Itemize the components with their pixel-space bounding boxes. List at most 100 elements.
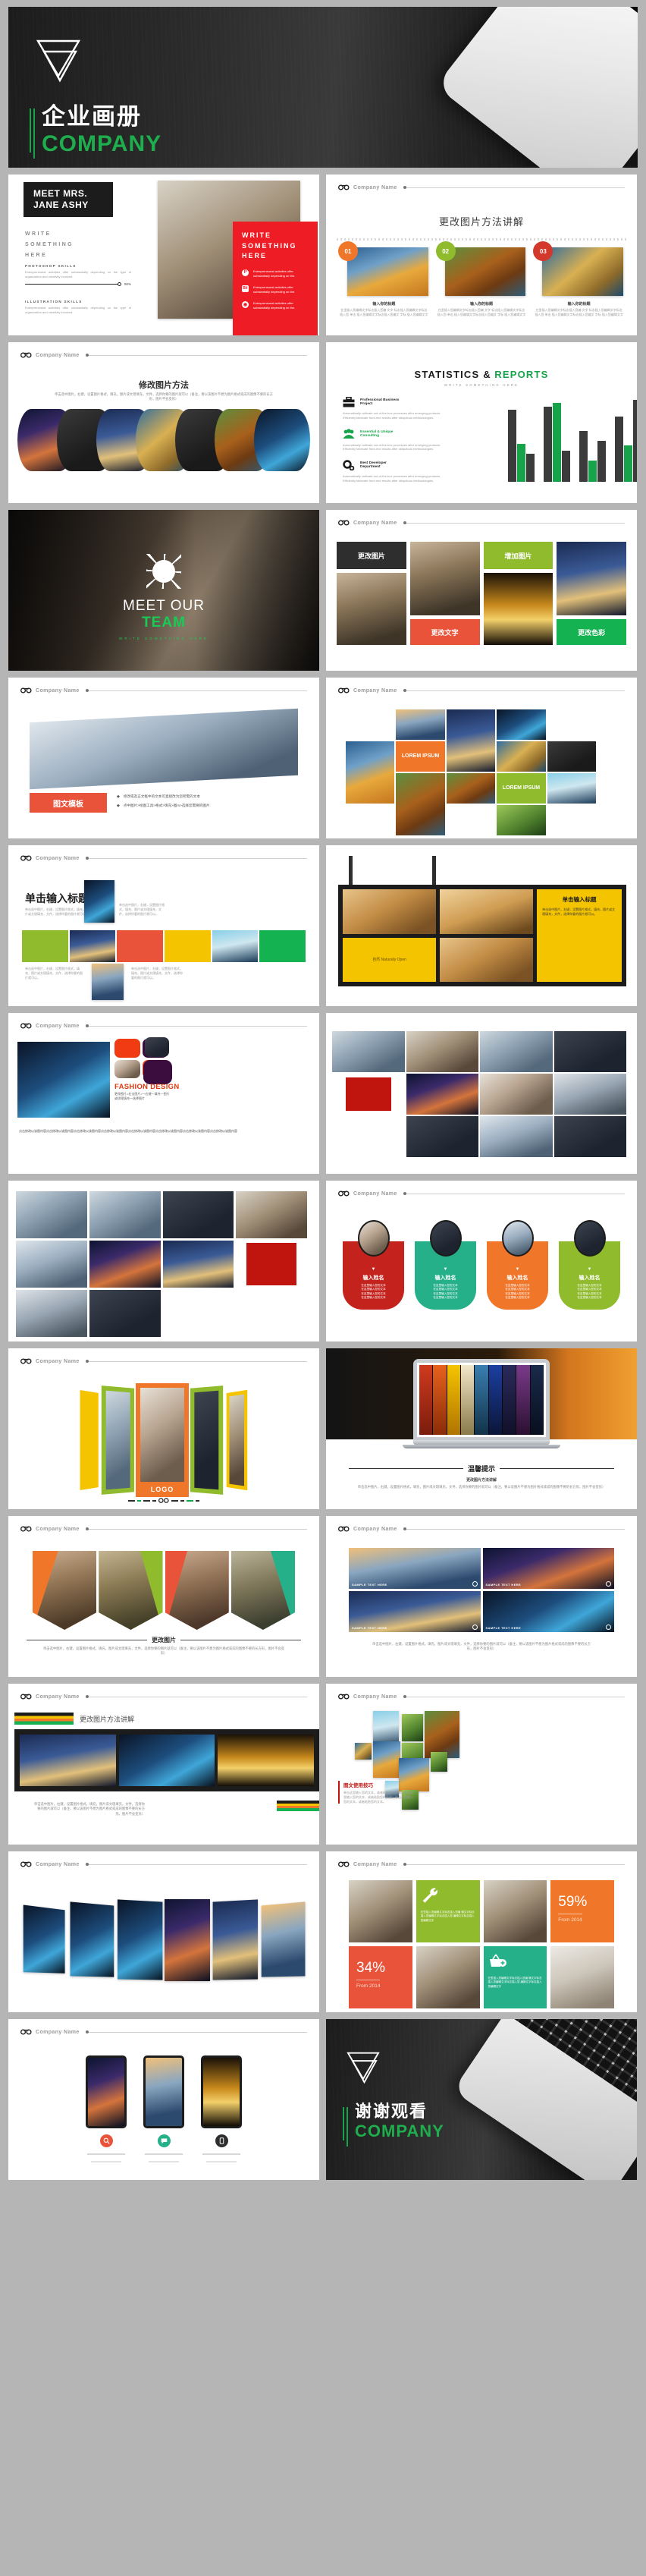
slide-team-profiles[interactable]: Company Name ▼ 输入姓名 在这里输入您的文本 在这里输入您的文本 … — [326, 1181, 637, 1341]
slide-mosaic-lorem[interactable]: Company Name LOREM IPSUM LOREM IPSUM — [326, 678, 637, 838]
slide-header: Company Name — [20, 687, 307, 694]
grid-photo — [89, 1241, 161, 1288]
arrow-shape — [33, 1551, 97, 1630]
tile-photo — [483, 573, 553, 645]
tile-label-change-text[interactable]: 更改文字 — [409, 619, 480, 645]
slide-photo-grid-red-2[interactable] — [8, 1181, 319, 1341]
device-icon[interactable] — [215, 2134, 228, 2147]
stats-subtitle: WRITE SOMETHING HERE — [444, 383, 519, 387]
block-photo — [145, 1037, 169, 1057]
slide-striped-header[interactable]: Company Name 更改图片方法讲解 单击选中图片，右键，设置图片格式，填… — [8, 1684, 319, 1845]
team-card[interactable]: ▼ 输入姓名 在这里输入您的文本 在这里输入您的文本 在这里输入您的文本 在这里… — [343, 1220, 404, 1310]
chat-icon[interactable] — [157, 2134, 171, 2147]
slide-meet-our-team[interactable]: MEET OUR TEAM WRITE SOMETHING HERE — [8, 510, 319, 671]
tile-photo — [409, 542, 480, 615]
deck-row: MEET OUR TEAM WRITE SOMETHING HERE Compa… — [8, 510, 638, 671]
picture-card[interactable]: 02 输入你的标题 在里插入您编辑文字标志插入您编 文字 标志插入您编辑文字标志… — [435, 241, 526, 317]
slide-photo-grid-red[interactable] — [326, 1013, 637, 1174]
mosaic-photo — [346, 741, 395, 804]
device-rule — [145, 2153, 183, 2155]
panel-photo — [105, 1390, 130, 1490]
device-item[interactable] — [201, 2055, 242, 2162]
tile-columns: 更改图片 更改文字 增加图片 更改色彩 — [337, 542, 626, 645]
block — [114, 1039, 140, 1058]
search-icon[interactable] — [99, 2134, 113, 2147]
slide-photo-collage-tips[interactable]: Company Name 图文使用技巧 单击这里输入您的文本，或者粘贴您的文本；… — [326, 1684, 637, 1845]
slide-image-text-template[interactable]: Company Name 图文模板 ◆ 修改或及正文框中的文本可直接改为您所需的… — [8, 678, 319, 838]
slide-header: Company Name — [338, 687, 625, 694]
slide-stat-tiles[interactable]: Company Name 在里插入您编辑文字标志插入您编 辑文字标志插入您编辑文… — [326, 1851, 637, 2012]
tile-label-add-picture[interactable]: 增加图片 — [483, 542, 553, 569]
team-title-line2: TEAM — [142, 615, 186, 631]
slide-fashion-design[interactable]: Company Name FASHION DESIGN 更改图片>右击图片>一右… — [8, 1013, 319, 1174]
slide-header: Company Name — [338, 1190, 625, 1197]
bullet-text: 修改或及正文框中的文本可直接改为您所需的文本 — [123, 794, 200, 798]
team-card[interactable]: ▼ 输入姓名 在这里输入您的文本 在这里输入您的文本 在这里输入您的文本 在这里… — [415, 1220, 476, 1310]
fashion-title: FASHION DESIGN — [114, 1083, 180, 1091]
city-card[interactable]: SAMPLE TEXT HERE — [349, 1591, 481, 1632]
device-item[interactable] — [86, 2055, 127, 2162]
slide-modify-picture-method[interactable]: Company Name 修改图片方法 单击选中图片，右键，设置图片格式，填充，… — [8, 342, 319, 503]
company-name: Company Name — [36, 687, 80, 694]
block — [143, 1060, 172, 1084]
card-photo — [444, 247, 526, 296]
slide-profile-card[interactable]: MEET MRS. JANE ASHY WRITE SOMETHING HERE… — [8, 175, 319, 335]
slide-header: Company Name — [338, 520, 625, 526]
red-item: P Entrepreneurial activities offer subst… — [242, 269, 310, 278]
device-rule — [149, 2161, 179, 2162]
city-card[interactable]: SAMPLE TEXT HERE — [482, 1548, 614, 1589]
deck-row: 企业画册 COMPANY — [8, 7, 638, 168]
company-name: Company Name — [353, 1190, 397, 1197]
stat-tile-text: 在里插入您编辑文字标志插入您编 辑文字标志插入您编辑文字标志插入您 编辑文字标志… — [420, 1911, 475, 1922]
slide-title: 更改图片方法讲解 — [80, 1715, 135, 1723]
decorative-divider — [337, 238, 626, 241]
slide-statistics-reports[interactable]: STATISTICS & REPORTS WRITE SOMETHING HER… — [326, 342, 637, 503]
collage-photo — [431, 1752, 447, 1772]
header-rule — [403, 521, 625, 524]
card-badge: 01 — [338, 241, 358, 261]
image-text-template-button[interactable]: 图文模板 — [30, 793, 107, 813]
tile-label-change-color[interactable]: 更改色彩 — [557, 619, 626, 645]
picture-card[interactable]: 01 输入你的标题 在里插入您编辑文字标志插入您编 文字 标志插入您编辑文字标志… — [338, 241, 428, 317]
template-footer: 图文模板 ◆ 修改或及正文框中的文本可直接改为您所需的文本 ◆ 点中图片>绘图工… — [30, 793, 210, 813]
deck-row: Company Name 更改图片方法讲解 单击选中图片，右键，设置图片格式，填… — [8, 1684, 638, 1845]
mosaic-photo — [497, 805, 546, 835]
device-item[interactable] — [143, 2055, 184, 2162]
city-card[interactable]: SAMPLE TEXT HERE — [349, 1548, 481, 1589]
slide-city-four-grid[interactable]: Company Name SAMPLE TEXT HERE SAMPLE TEX… — [326, 1516, 637, 1677]
stats-item-body2: Efficiently fabricate front-end results … — [343, 478, 434, 483]
team-title-block: MEET OUR TEAM WRITE SOMETHING HERE — [8, 598, 319, 640]
team-subtitle: WRITE SOMETHING HERE — [119, 637, 209, 640]
tile-label-change-picture[interactable]: 更改图片 — [337, 542, 406, 569]
slide-logo-folding-panels[interactable]: Company Name LOGO — [8, 1348, 319, 1509]
slide-body: 单击选中图片，右键，设置图片格式，填充，图片或文理填充，文件，选择你要的图片就可… — [43, 1647, 284, 1656]
member-name: 输入姓名 — [506, 1275, 528, 1281]
band-photo — [20, 1735, 116, 1786]
profile-name-banner: MEET MRS. JANE ASHY — [24, 182, 113, 217]
slide-title: 更改图片方法讲解 — [438, 217, 524, 228]
mosaic-photo — [547, 773, 596, 804]
slide-fan-photos[interactable]: Company Name — [8, 1851, 319, 2012]
people-icon — [343, 428, 355, 439]
slide-closing[interactable]: 谢谢观看 COMPANY — [326, 2019, 637, 2180]
slide-edit-tiles[interactable]: Company Name 更改图片 更改文字 增加图片 更改色彩 — [326, 510, 637, 671]
slide-device-mockups[interactable]: Company Name — [8, 2019, 319, 2180]
slide-click-enter-title[interactable]: Company Name 单击输入标题 单击选中图片，右键，设置图片格式，填充，… — [8, 845, 319, 1006]
slide-change-picture-arrows[interactable]: Company Name 更改图片 单击选中图片，右键，设置图片格式，填充，图片… — [8, 1516, 319, 1677]
member-line: 在这里输入您的文本 — [433, 1296, 458, 1300]
picture-card[interactable]: 03 输入你的标题 在里插入您编辑文字标志插入您编 文字 标志插入您编辑文字标志… — [533, 241, 624, 317]
city-card[interactable]: SAMPLE TEXT HERE — [482, 1591, 614, 1632]
team-card[interactable]: ▼ 输入姓名 在这里输入您的文本 在这里输入您的文本 在这里输入您的文本 在这里… — [487, 1220, 548, 1310]
tile-column: 增加图片 — [483, 542, 553, 645]
slide-laptop-showcase[interactable]: 温馨提示 更改图片方法讲解 单击选中图片，右键，设置图片格式，填充，图片或文理填… — [326, 1348, 637, 1509]
team-card[interactable]: ▼ 输入姓名 在这里输入您的文本 在这里输入您的文本 在这里输入您的文本 在这里… — [559, 1220, 620, 1310]
team-photo-strip — [30, 708, 298, 790]
slide-bakery-board[interactable]: 单击输入标题 单击选中图片，右键，设置图片格式，填充，图片或文理填充，文件，选择… — [326, 845, 637, 1006]
panel-photo — [140, 1388, 184, 1482]
mosaic-photo — [497, 741, 546, 772]
profile-heading: MEET MRS. JANE ASHY — [33, 188, 89, 210]
slide-cover[interactable]: 企业画册 COMPANY — [8, 7, 638, 168]
slide-change-picture-method[interactable]: Company Name 更改图片方法讲解 01 输入你的标题 在里插入您编辑文… — [326, 175, 637, 335]
globe-icon — [472, 1581, 478, 1587]
bullet-item: ◆ 点中图片>绘图工具>格式>填充>图m>选择您需要的图片 — [117, 804, 210, 808]
